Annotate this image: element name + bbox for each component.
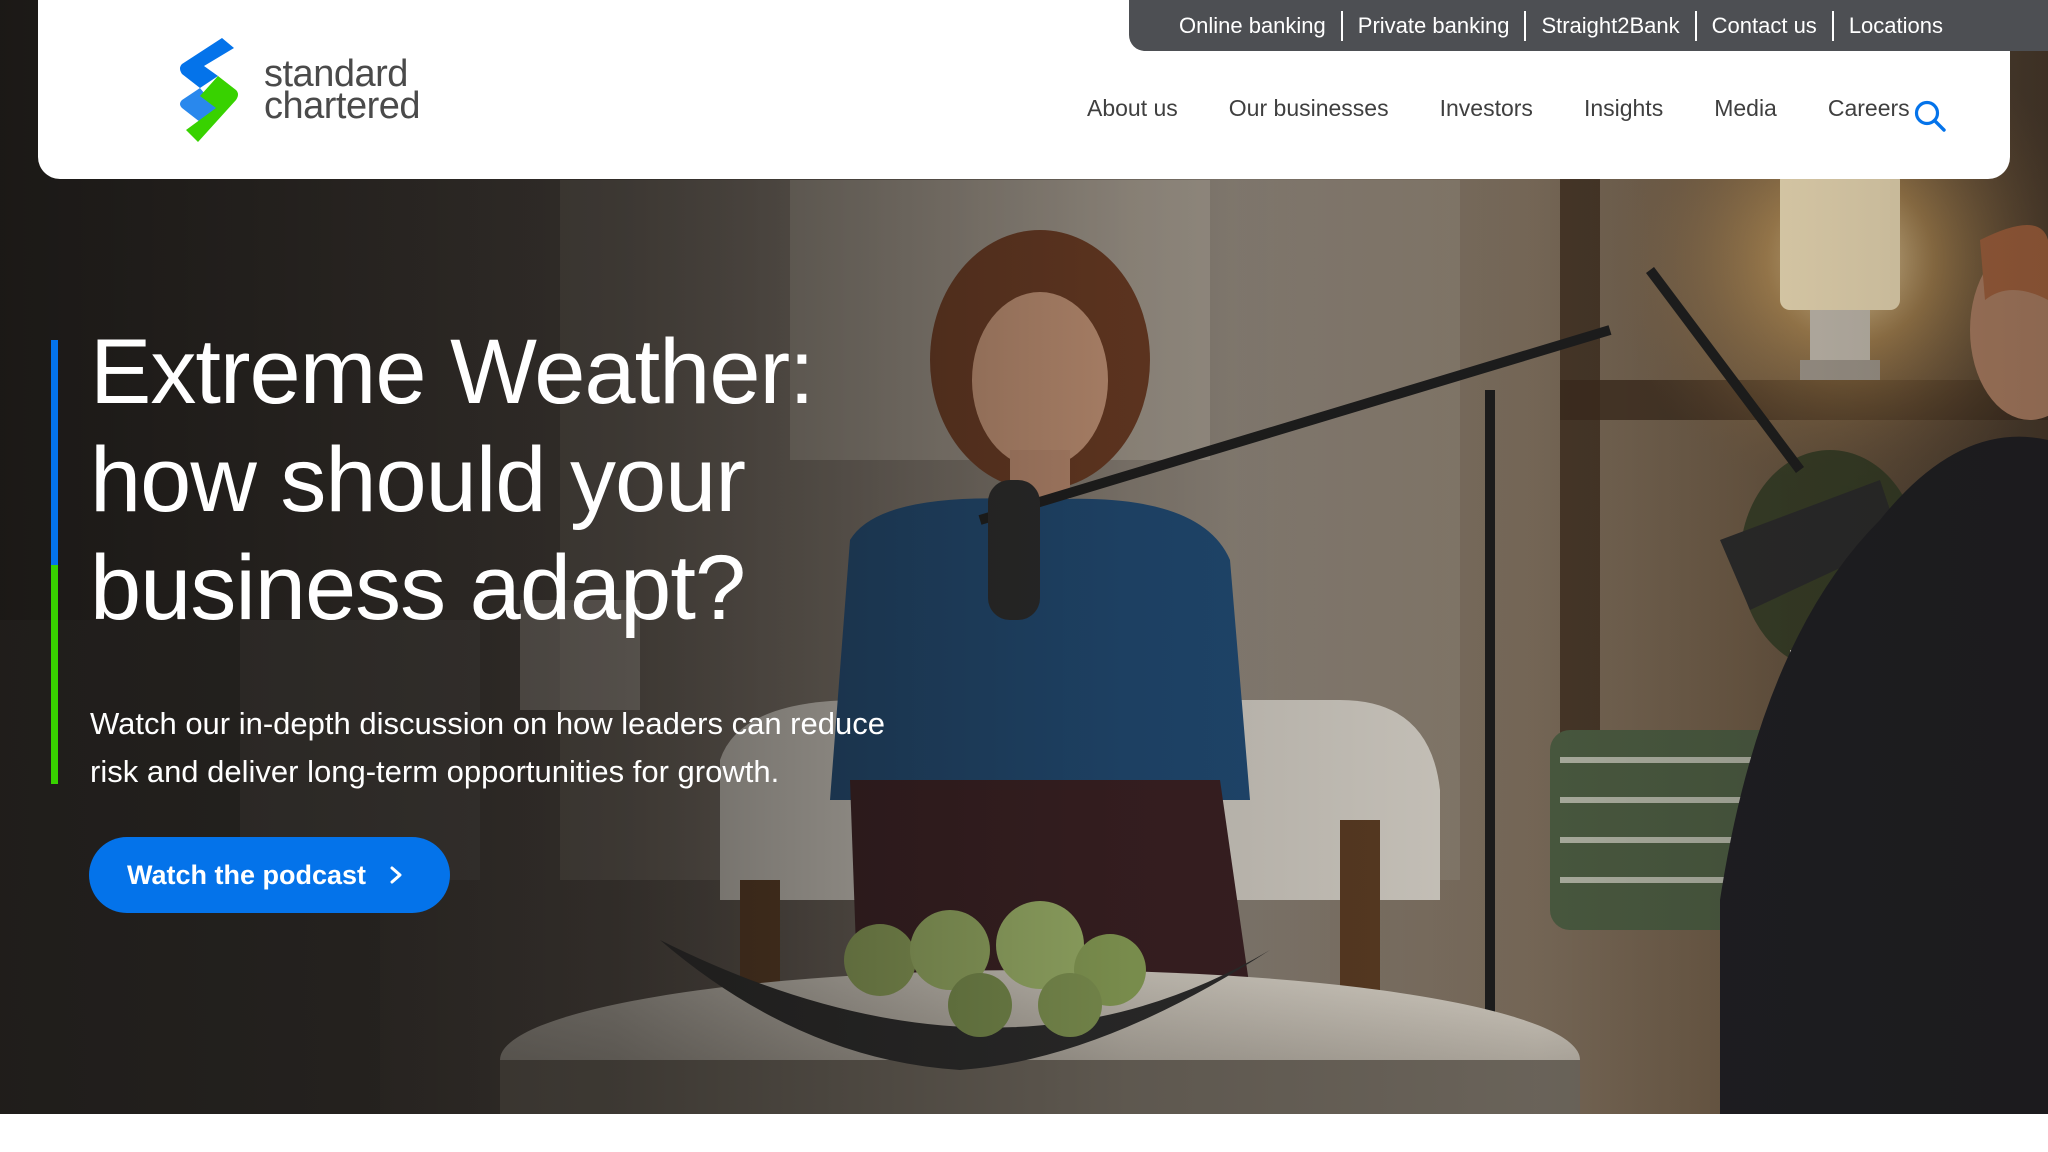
hero-title-line: business adapt? xyxy=(90,537,746,639)
chevron-right-icon xyxy=(390,866,402,884)
logo-wordmark: standard chartered xyxy=(264,55,421,127)
site-logo[interactable]: standard chartered xyxy=(178,38,448,142)
utility-nav: Online banking Private banking Straight2… xyxy=(1129,0,2048,51)
utility-link-contact-us[interactable]: Contact us xyxy=(1697,11,1832,41)
page-bottom-area xyxy=(0,1114,2048,1152)
nav-item-media[interactable]: Media xyxy=(1714,95,1777,122)
main-nav: About us Our businesses Investors Insigh… xyxy=(1087,95,1910,122)
site-header: standard chartered Online banking Privat… xyxy=(38,0,2048,179)
accent-bar-green xyxy=(51,565,58,784)
hero-description: Watch our in-depth discussion on how lea… xyxy=(90,700,990,796)
hero-description-line: risk and deliver long-term opportunities… xyxy=(90,754,780,789)
nav-item-careers[interactable]: Careers xyxy=(1828,95,1910,122)
standard-chartered-logo-icon xyxy=(180,38,238,142)
hero-accent-bar xyxy=(51,340,58,784)
nav-item-about-us[interactable]: About us xyxy=(1087,95,1178,122)
watch-podcast-button[interactable]: Watch the podcast xyxy=(89,837,450,913)
search-icon[interactable] xyxy=(1914,100,1946,132)
hero-title-line: Extreme Weather: xyxy=(90,321,815,423)
page: standard chartered Online banking Privat… xyxy=(0,0,2048,1152)
logo-wordmark-line2: chartered xyxy=(264,85,421,127)
utility-link-straight2bank[interactable]: Straight2Bank xyxy=(1526,11,1694,41)
hero-title: Extreme Weather: how should your busines… xyxy=(90,318,990,642)
utility-link-locations[interactable]: Locations xyxy=(1834,11,1958,41)
utility-link-private-banking[interactable]: Private banking xyxy=(1343,11,1525,41)
nav-item-insights[interactable]: Insights xyxy=(1584,95,1663,122)
utility-link-online-banking[interactable]: Online banking xyxy=(1179,11,1341,41)
nav-item-investors[interactable]: Investors xyxy=(1440,95,1533,122)
hero-title-line: how should your xyxy=(90,429,746,531)
accent-bar-blue xyxy=(51,340,58,565)
nav-item-our-businesses[interactable]: Our businesses xyxy=(1229,95,1389,122)
watch-podcast-button-label: Watch the podcast xyxy=(127,859,367,890)
hero-description-line: Watch our in-depth discussion on how lea… xyxy=(90,706,885,741)
